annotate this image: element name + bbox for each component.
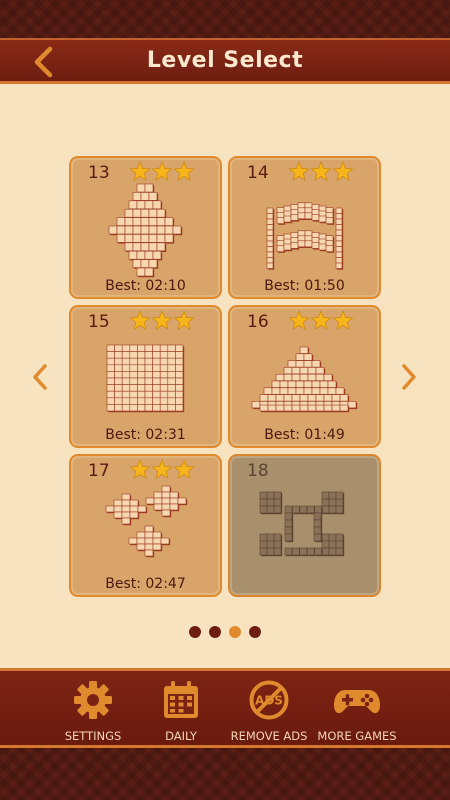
level-card-16[interactable]: 16 Best: 01:49 (228, 305, 381, 448)
tile (325, 245, 335, 253)
tile (313, 533, 323, 543)
page-dot-active[interactable] (229, 626, 241, 638)
tile (152, 200, 163, 210)
more-games-label: MORE GAMES (317, 729, 397, 743)
tile (299, 547, 308, 557)
layout-preview-frame (259, 491, 345, 557)
tile (335, 262, 344, 270)
best-time: Best: 02:31 (105, 427, 186, 443)
layout-preview-square (106, 344, 185, 413)
settings-label: SETTINGS (64, 729, 122, 743)
tile (144, 267, 155, 278)
tile (284, 547, 294, 557)
tile (144, 183, 155, 194)
tile (306, 547, 316, 557)
calendar-icon (164, 681, 198, 718)
tile (325, 217, 335, 225)
tile (172, 225, 183, 236)
tile (175, 404, 185, 413)
page-title: Level Select (146, 48, 304, 73)
best-time: Best: 01:50 (264, 278, 345, 294)
header-bar: Level Select (0, 38, 450, 84)
tile (164, 217, 175, 227)
tile (314, 547, 323, 557)
tile (160, 537, 171, 546)
level-grid: 13 Best: 02:10 14 Best: 01:50 15 Best: 0… (69, 156, 381, 597)
tile (152, 250, 163, 261)
level-card-15[interactable]: 15 Best: 02:31 (69, 305, 222, 448)
tile (148, 192, 159, 202)
tile (169, 503, 180, 512)
tile (121, 517, 132, 526)
tile (284, 533, 294, 543)
back-arrow-icon (34, 46, 53, 78)
tile (164, 234, 175, 244)
tile (137, 505, 148, 514)
page-dot[interactable] (189, 626, 201, 638)
tile (273, 505, 283, 515)
tile (129, 511, 140, 520)
page-indicator (0, 626, 450, 638)
page-dot[interactable] (209, 626, 221, 638)
tile (177, 497, 188, 506)
tile (292, 547, 301, 557)
tile (156, 208, 167, 219)
remove-ads-label: REMOVE ADS (230, 729, 308, 743)
right-arrow-icon (402, 364, 416, 390)
daily-button[interactable]: DAILY (133, 679, 229, 747)
tile (273, 547, 283, 557)
tile (292, 505, 301, 515)
tile (299, 505, 308, 515)
gamepad-icon (334, 690, 380, 714)
level-card-13[interactable]: 13 Best: 02:10 (69, 156, 222, 299)
tile (335, 547, 345, 557)
tile (152, 543, 163, 552)
left-arrow-icon (33, 364, 47, 390)
bottom-toolbar: SETTINGS DAILY ADS REMOVE ADS (0, 668, 450, 748)
daily-label: DAILY (165, 729, 197, 743)
tile (335, 505, 345, 515)
tile (161, 509, 172, 518)
best-time: Best: 02:47 (105, 576, 186, 592)
more-games-button[interactable]: MORE GAMES (309, 679, 405, 747)
tile (266, 262, 275, 270)
no-ads-icon: ADS (249, 680, 289, 720)
level-card-17[interactable]: 17 Best: 02:47 (69, 454, 222, 597)
layout-preview-stairs (266, 202, 344, 270)
layout-preview-pyramid (251, 346, 358, 413)
settings-button[interactable]: SETTINGS (45, 679, 141, 747)
next-page-button[interactable] (394, 360, 424, 394)
level-card-18-locked[interactable]: 18 (228, 454, 381, 597)
tile (156, 242, 167, 252)
layout-preview-diamond (108, 183, 183, 278)
level-card-14[interactable]: 14 Best: 01:50 (228, 156, 381, 299)
remove-ads-button[interactable]: ADS REMOVE ADS (221, 679, 317, 747)
top-decor-strip (0, 0, 450, 38)
layout-preview-clusters (105, 485, 188, 558)
tile (339, 404, 350, 413)
tile (347, 401, 358, 410)
best-time: Best: 01:49 (264, 427, 345, 443)
page-dot[interactable] (249, 626, 261, 638)
gear-icon (74, 681, 112, 719)
tile (144, 549, 155, 558)
best-time: Best: 02:10 (105, 278, 186, 294)
bottom-decor-strip (0, 748, 450, 800)
prev-page-button[interactable] (25, 360, 55, 394)
tile (148, 259, 159, 269)
back-button[interactable] (26, 45, 60, 79)
